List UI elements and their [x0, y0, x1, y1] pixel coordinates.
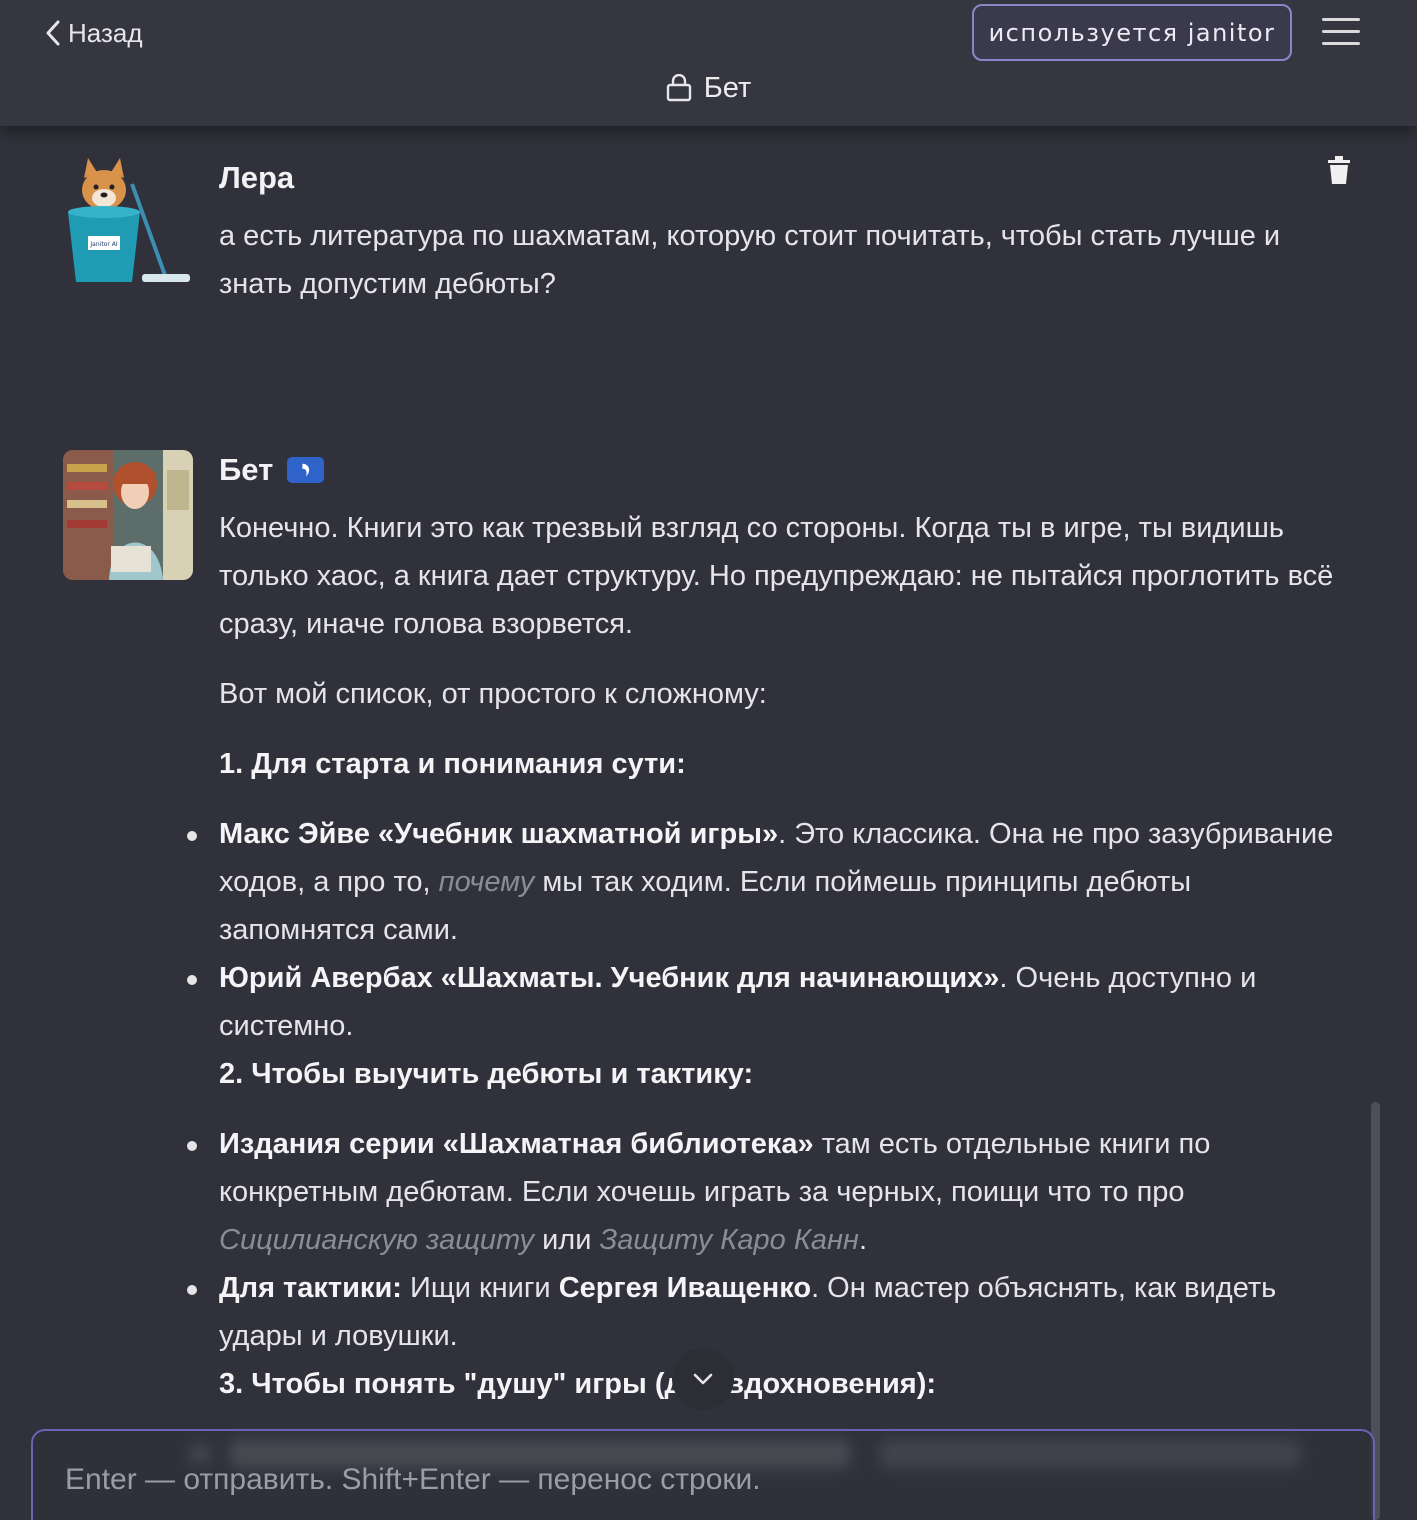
list-item: Макс Эйве «Учебник шахматной игры». Это … [187, 810, 1349, 954]
message-paragraph: Вот мой список, от простого к сложному: [219, 678, 767, 710]
portrait-image [63, 450, 193, 580]
message-composer[interactable] [31, 1429, 1375, 1520]
section-heading: 3. Чтобы понять "душу" игры (для вдохнов… [219, 1368, 937, 1400]
book-title: Юрий Авербах «Шахматы. Учебник для начин… [219, 962, 1000, 994]
avatar-character[interactable] [63, 450, 193, 580]
book-title: Макс Эйве «Учебник шахматной игры» [219, 818, 779, 850]
janitor-button[interactable]: используется janitor [972, 4, 1292, 61]
emphasis-text: Сицилианскую защиту [219, 1224, 535, 1256]
chat-title: Бет [0, 66, 1417, 110]
list-item: Юрий Авербах «Шахматы. Учебник для начин… [187, 954, 1349, 1050]
list-text: или [534, 1224, 600, 1256]
bold-text: Сергея Иващенко [558, 1272, 812, 1304]
trash-icon[interactable] [1326, 156, 1352, 184]
message-body: Конечно. Книги это как трезвый взгляд со… [187, 504, 1349, 1408]
section-heading: 1. Для старта и понимания сути: [219, 748, 686, 780]
bold-text: Для тактики: [219, 1272, 402, 1304]
message-author: Лера [219, 160, 295, 195]
lock-icon [666, 74, 691, 102]
hamburger-menu-icon[interactable] [1322, 18, 1360, 46]
chevron-down-icon [693, 1373, 713, 1385]
back-button[interactable]: Назад [44, 14, 143, 52]
doge-mascot-icon: Janitor AI [68, 158, 190, 282]
list-item: Издания серии «Шахматная библиотека» там… [187, 1120, 1349, 1264]
message-text: а есть литература по шахматам, которую с… [219, 220, 1281, 300]
back-label: Назад [68, 17, 143, 48]
list-text: Ищи книги [401, 1272, 559, 1304]
svg-text:Janitor AI: Janitor AI [89, 241, 117, 248]
avatar-user[interactable]: Janitor AI [62, 154, 194, 288]
list-item: Для тактики: Ищи книги Сергея Иващенко. … [187, 1264, 1349, 1360]
section-heading: 2. Чтобы выучить дебюты и тактику: [219, 1058, 754, 1090]
scroll-to-bottom-button[interactable] [672, 1348, 734, 1410]
top-bar: Назад используется janitor Бет [0, 0, 1417, 126]
book-title: Издания серии «Шахматная библиотека» [219, 1128, 814, 1160]
bot-badge-icon [287, 457, 325, 483]
author-name: Бет [219, 452, 274, 487]
message-author: Бет [219, 452, 325, 488]
emphasis-text: почему [438, 866, 535, 898]
message-paragraph: Конечно. Книги это как трезвый взгляд со… [219, 512, 1334, 640]
chevron-left-icon [46, 20, 60, 46]
list-text: . [858, 1224, 868, 1256]
chat-title-text: Бет [703, 71, 752, 104]
emphasis-text: Защиту Каро Канн [599, 1224, 859, 1256]
message-input[interactable] [65, 1463, 1325, 1513]
